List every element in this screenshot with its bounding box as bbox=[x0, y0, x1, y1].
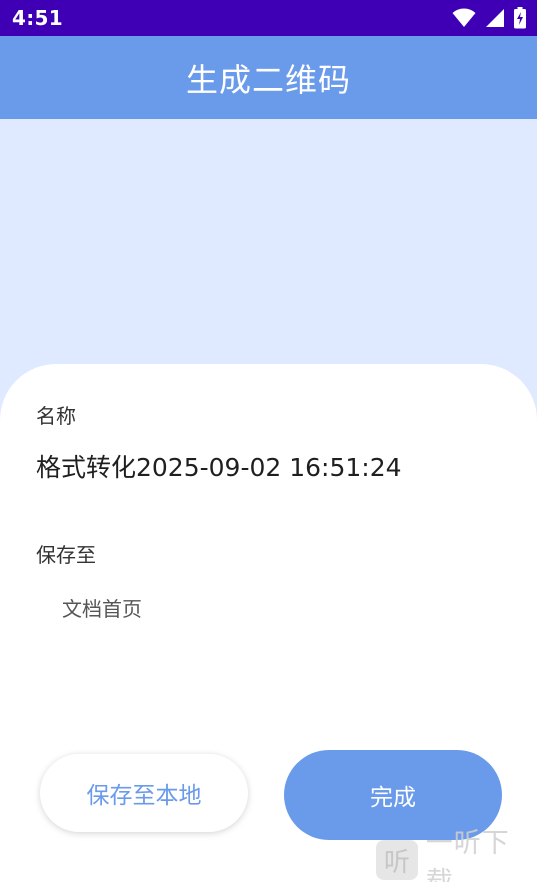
save-to-label: 保存至 bbox=[36, 543, 96, 567]
watermark-text: 一听下载 bbox=[425, 828, 510, 882]
watermark-logo-icon: 听 bbox=[376, 840, 418, 880]
watermark-logo-glyph: 听 bbox=[383, 847, 410, 878]
cellular-signal-icon bbox=[484, 8, 505, 28]
name-field[interactable]: 格式转化2025-09-02 16:51:24 bbox=[36, 448, 402, 484]
page-title: 生成二维码 bbox=[185, 60, 351, 99]
watermark: 听 一听下载 bbox=[376, 828, 537, 882]
status-icons bbox=[452, 7, 527, 29]
name-label: 名称 bbox=[36, 404, 76, 428]
wifi-icon bbox=[452, 8, 476, 28]
save-to-local-button[interactable]: 保存至本地 bbox=[40, 754, 248, 832]
save-to-local-label: 保存至本地 bbox=[86, 783, 202, 809]
bottom-sheet: 名称 格式转化2025-09-02 16:51:24 保存至 文档首页 保存至本… bbox=[0, 364, 537, 882]
status-time: 4:51 bbox=[12, 6, 63, 30]
save-location-selector[interactable]: 文档首页 bbox=[62, 593, 142, 622]
app-bar: 生成二维码 bbox=[0, 36, 537, 119]
qr-preview-area bbox=[0, 119, 537, 365]
done-label: 完成 bbox=[370, 785, 416, 811]
status-bar: 4:51 bbox=[0, 0, 537, 36]
battery-charging-icon bbox=[513, 7, 527, 29]
